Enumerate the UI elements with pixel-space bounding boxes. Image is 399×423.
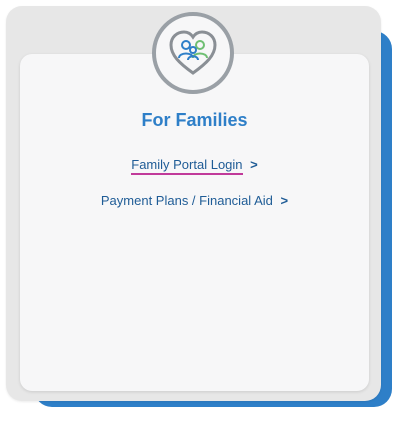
card-title: For Families: [141, 110, 248, 130]
family-portal-login-link[interactable]: Family Portal Login >: [20, 157, 369, 175]
card-panel: [20, 54, 369, 391]
chevron-right-icon: >: [250, 157, 258, 172]
family-badge: [152, 12, 234, 94]
families-card-stage: For Families Family Portal Login > Payme…: [0, 0, 399, 423]
heart-family-icon: [169, 30, 217, 75]
payment-plans-link[interactable]: Payment Plans / Financial Aid >: [20, 193, 369, 208]
family-portal-login-label: Family Portal Login: [131, 157, 243, 175]
payment-plans-label: Payment Plans / Financial Aid: [100, 193, 273, 208]
chevron-right-icon: >: [280, 193, 289, 208]
